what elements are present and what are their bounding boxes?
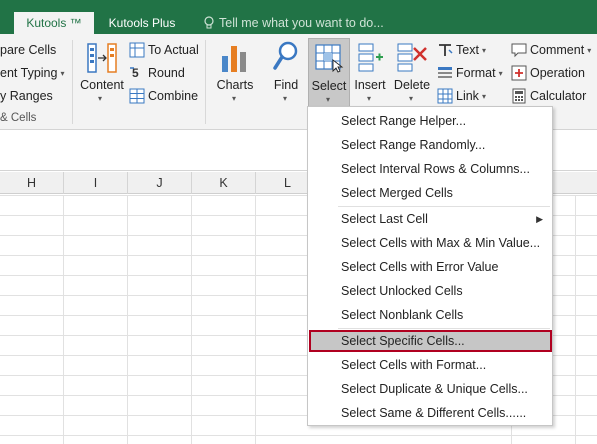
comment-icon xyxy=(511,43,527,58)
column-header-k[interactable]: K xyxy=(192,172,256,194)
group-label-cells: & Cells xyxy=(0,112,37,124)
menu-item-select-duplicate-unique[interactable]: Select Duplicate & Unique Cells... xyxy=(309,378,551,400)
calculator-icon xyxy=(512,88,526,104)
tell-me-box[interactable]: Tell me what you want to do... xyxy=(203,13,384,33)
find-button[interactable]: Find xyxy=(266,77,306,93)
lightbulb-icon xyxy=(204,16,214,29)
link-icon xyxy=(437,88,453,104)
menu-separator xyxy=(338,328,550,329)
tab-kutools[interactable]: Kutools ™ xyxy=(14,12,94,34)
grid-line xyxy=(127,195,128,444)
column-header-j[interactable]: J xyxy=(128,172,192,194)
menu-item-select-interval-rows-columns[interactable]: Select Interval Rows & Columns... xyxy=(309,158,551,180)
delete-button[interactable]: Delete xyxy=(391,77,433,93)
delete-icon xyxy=(397,43,427,72)
menu-item-select-specific-cells[interactable]: Select Specific Cells... xyxy=(309,330,552,352)
select-dropdown-menu: Select Range Helper... Select Range Rand… xyxy=(307,106,553,426)
column-header-i[interactable]: I xyxy=(64,172,128,194)
operation-icon xyxy=(511,65,527,81)
menu-item-select-unlocked-cells[interactable]: Select Unlocked Cells xyxy=(309,280,551,302)
chevron-right-icon: ▶ xyxy=(536,214,543,224)
tell-me-placeholder: Tell me what you want to do... xyxy=(219,16,384,30)
content-icon xyxy=(87,43,117,73)
tab-kutools-plus[interactable]: Kutools Plus xyxy=(98,12,186,34)
column-header-h[interactable]: H xyxy=(0,172,64,194)
menu-item-select-cells-error-value[interactable]: Select Cells with Error Value xyxy=(309,256,551,278)
menu-item-select-range-randomly[interactable]: Select Range Randomly... xyxy=(309,134,551,156)
round-icon: 5 xyxy=(130,66,139,80)
compare-cells-button[interactable]: pare Cells xyxy=(0,40,56,60)
charts-button[interactable]: Charts xyxy=(214,77,256,93)
ranges-button[interactable]: y Ranges xyxy=(0,86,53,106)
chevron-down-icon: ▾ xyxy=(326,95,331,104)
format-button[interactable]: Format xyxy=(456,63,503,83)
to-actual-icon xyxy=(129,42,145,58)
text-icon xyxy=(439,44,453,56)
chevron-down-icon: ▾ xyxy=(367,94,372,103)
grid-line xyxy=(255,195,256,444)
content-typing-button[interactable]: ent Typing xyxy=(0,63,64,83)
insert-icon xyxy=(358,43,383,72)
grid-line xyxy=(191,195,192,444)
link-button[interactable]: Link xyxy=(456,86,486,106)
insert-button[interactable]: Insert xyxy=(350,77,390,93)
chevron-down-icon: ▾ xyxy=(409,94,414,103)
menu-item-select-last-cell[interactable]: Select Last Cell ▶ xyxy=(309,208,551,230)
combine-button[interactable]: Combine xyxy=(148,86,198,106)
content-button[interactable]: Content xyxy=(78,77,126,93)
ribbon-separator xyxy=(205,40,206,124)
calculator-button[interactable]: Calculator xyxy=(530,86,586,106)
menu-item-select-cells-with-format[interactable]: Select Cells with Format... xyxy=(309,354,551,376)
find-icon xyxy=(273,41,298,70)
select-button-label: Select xyxy=(311,79,347,93)
operation-button[interactable]: Operation xyxy=(530,63,585,83)
chevron-down-icon: ▾ xyxy=(283,94,288,103)
charts-icon xyxy=(222,46,246,72)
menu-item-select-same-different[interactable]: Select Same & Different Cells...... xyxy=(309,402,551,424)
menu-item-select-range-helper[interactable]: Select Range Helper... xyxy=(309,110,551,132)
select-icon xyxy=(315,44,344,73)
format-icon xyxy=(438,67,452,78)
comment-button[interactable]: Comment xyxy=(530,40,591,60)
ribbon-separator xyxy=(72,40,73,124)
menu-item-label: Select Last Cell xyxy=(341,212,428,226)
grid-line xyxy=(63,195,64,444)
ribbon-tab-bar: Kutools ™ Kutools Plus Tell me what you … xyxy=(0,0,597,34)
combine-icon xyxy=(129,88,145,104)
chevron-down-icon: ▾ xyxy=(232,94,237,103)
to-actual-button[interactable]: To Actual xyxy=(148,40,199,60)
chevron-down-icon: ▾ xyxy=(98,94,103,103)
menu-separator xyxy=(338,206,550,207)
menu-item-select-nonblank-cells[interactable]: Select Nonblank Cells xyxy=(309,304,551,326)
menu-item-select-cells-max-min[interactable]: Select Cells with Max & Min Value... xyxy=(309,232,551,254)
select-button[interactable]: Select ▾ xyxy=(308,38,350,108)
text-button[interactable]: Text xyxy=(456,40,486,60)
menu-item-select-merged-cells[interactable]: Select Merged Cells xyxy=(309,182,551,204)
grid-line xyxy=(575,195,576,444)
round-button[interactable]: Round xyxy=(148,63,185,83)
